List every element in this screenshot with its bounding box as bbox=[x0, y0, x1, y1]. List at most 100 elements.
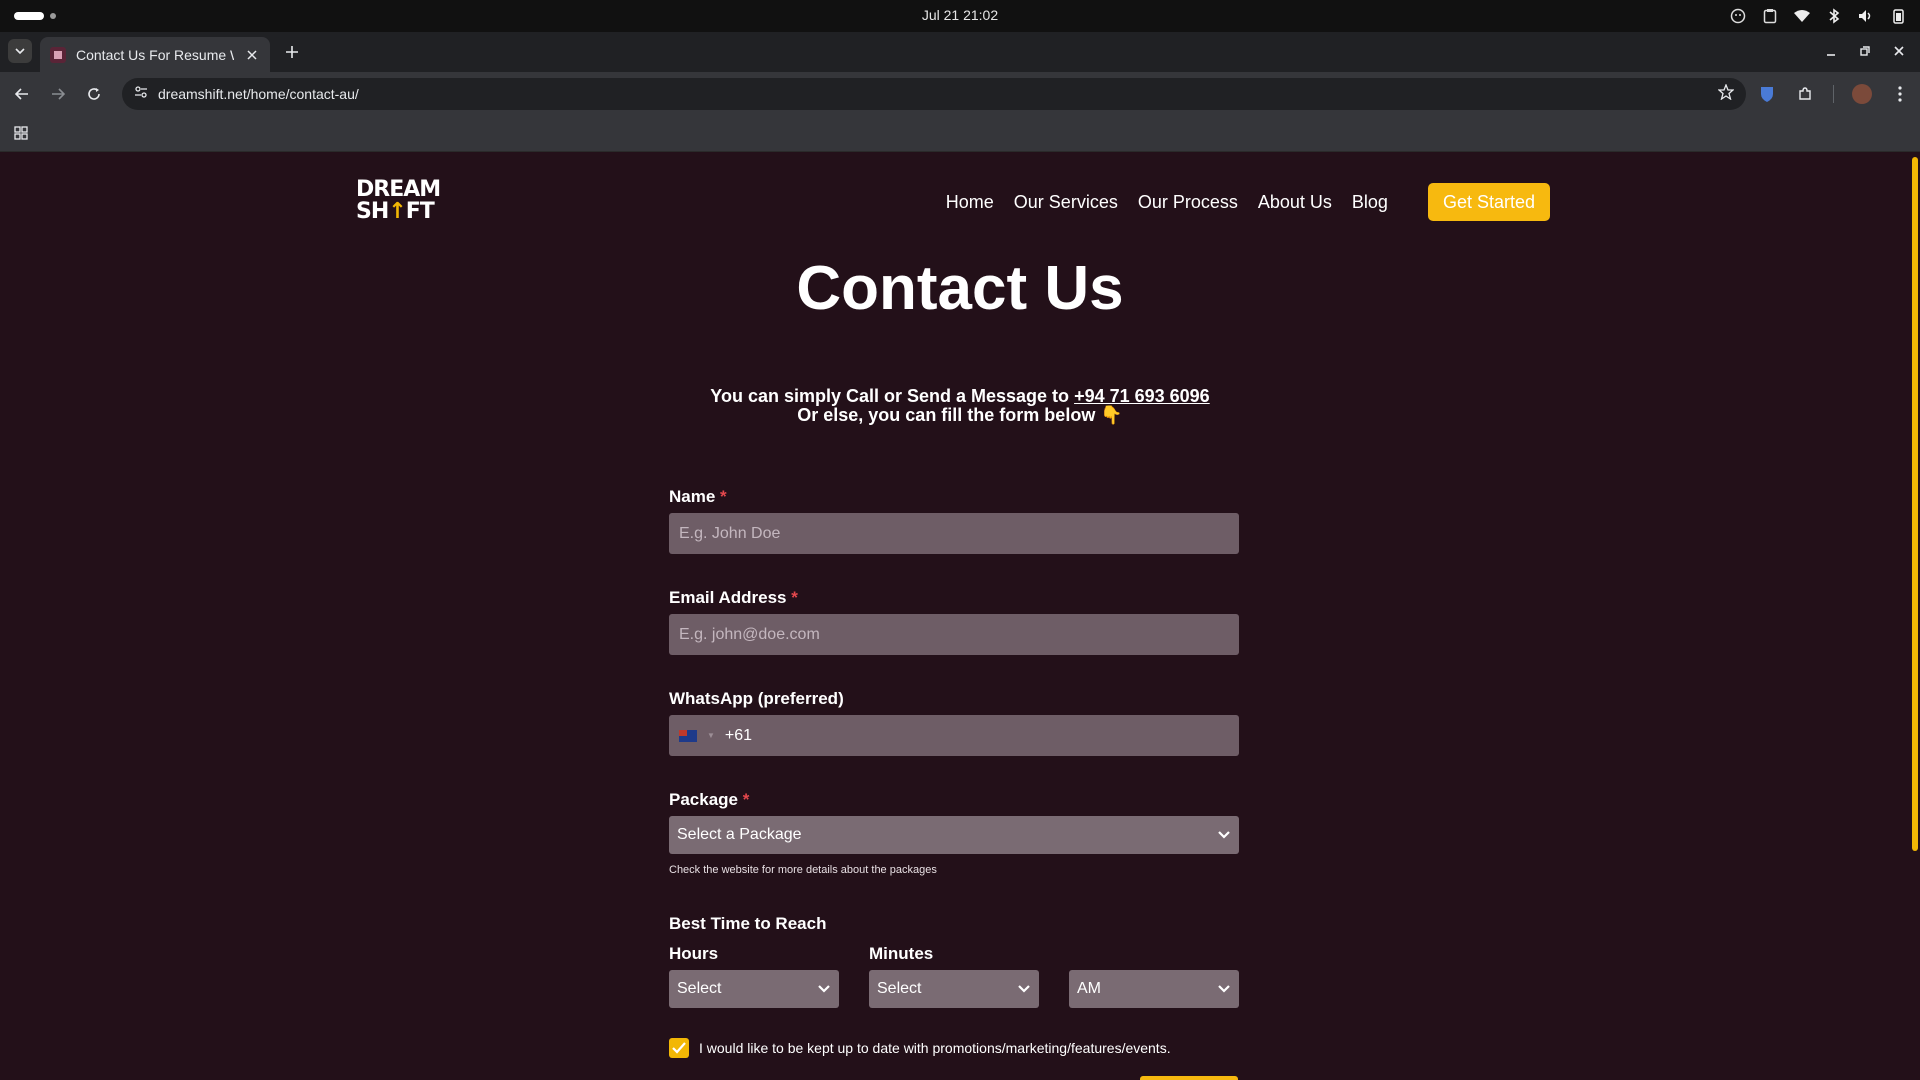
package-group: Package * Select a Package Check the web… bbox=[669, 790, 1239, 876]
hours-label: Hours bbox=[669, 944, 719, 963]
email-field[interactable] bbox=[669, 614, 1239, 655]
package-label-text: Package bbox=[669, 790, 738, 809]
toolbar-extensions bbox=[1757, 84, 1910, 104]
restore-icon[interactable] bbox=[1856, 42, 1874, 60]
intro-prefix: You can simply Call or Send a Message to bbox=[710, 386, 1075, 406]
site-nav: Home Our Services Our Process About Us B… bbox=[946, 183, 1550, 221]
accessibility-icon[interactable] bbox=[1728, 6, 1748, 26]
contact-intro: You can simply Call or Send a Message to… bbox=[0, 387, 1920, 425]
package-selected-value: Select a Package bbox=[677, 826, 802, 843]
site-logo[interactable]: DREAM SH↑FT bbox=[356, 177, 441, 225]
window-controls bbox=[1822, 42, 1908, 60]
nav-about-us[interactable]: About Us bbox=[1258, 192, 1332, 213]
logo-line-2a: SH bbox=[356, 199, 389, 224]
profile-avatar[interactable] bbox=[1852, 84, 1872, 104]
ampm-col: AM bbox=[1069, 944, 1239, 1008]
nav-home[interactable]: Home bbox=[946, 192, 994, 213]
consent-label[interactable]: I would like to be kept up to date with … bbox=[699, 1040, 1171, 1056]
back-arrow-icon[interactable] bbox=[12, 84, 32, 104]
minimize-icon[interactable] bbox=[1822, 42, 1840, 60]
logo-arrow-icon: ↑ bbox=[388, 199, 406, 224]
country-caret-icon[interactable]: ▼ bbox=[707, 731, 715, 740]
logo-line-1: DREAM bbox=[356, 177, 441, 202]
plus-icon bbox=[286, 46, 298, 58]
minutes-label: Minutes bbox=[869, 944, 934, 963]
minutes-selected-value: Select bbox=[877, 980, 922, 997]
chevron-down-icon bbox=[1218, 831, 1230, 839]
contact-form: Name * Email Address * WhatsApp (preferr… bbox=[669, 487, 1239, 1058]
best-time-group: Best Time to Reach Hours Select Minutes … bbox=[669, 914, 1239, 1008]
name-label-text: Name bbox=[669, 487, 716, 506]
forward-arrow-icon[interactable] bbox=[48, 84, 68, 104]
phone-link[interactable]: +94 71 693 6096 bbox=[1074, 386, 1210, 406]
email-label: Email Address * bbox=[669, 588, 1239, 608]
toolbar-divider bbox=[1833, 85, 1834, 103]
browser-tab-strip: Contact Us For Resume W bbox=[0, 32, 1920, 72]
apps-grid-icon[interactable] bbox=[12, 124, 30, 142]
new-tab-button[interactable] bbox=[282, 42, 302, 62]
whatsapp-field[interactable]: ▼ +61 bbox=[669, 715, 1239, 756]
logo-line-2b: FT bbox=[405, 199, 435, 224]
package-hint: Check the website for more details about… bbox=[669, 864, 937, 876]
system-clock[interactable]: Jul 21 21:02 bbox=[0, 7, 1920, 23]
tab-search-button[interactable] bbox=[8, 39, 32, 63]
minutes-col: Minutes Select bbox=[869, 944, 1039, 1008]
active-tab[interactable]: Contact Us For Resume W bbox=[40, 37, 270, 72]
os-top-bar: Jul 21 21:02 bbox=[0, 0, 1920, 32]
nav-our-services[interactable]: Our Services bbox=[1014, 192, 1118, 213]
submit-button[interactable] bbox=[1140, 1076, 1238, 1080]
url-text[interactable]: dreamshift.net/home/contact-au/ bbox=[158, 86, 1708, 102]
name-field[interactable] bbox=[669, 513, 1239, 554]
site-info-icon[interactable] bbox=[134, 85, 148, 104]
bookmark-star-icon[interactable] bbox=[1717, 82, 1735, 105]
time-row: Hours Select Minutes Select AM bbox=[669, 944, 1239, 1008]
consent-row: I would like to be kept up to date with … bbox=[669, 1038, 1239, 1058]
package-label: Package * bbox=[669, 790, 1239, 810]
whatsapp-label: WhatsApp (preferred) bbox=[669, 689, 844, 708]
ampm-select[interactable]: AM bbox=[1069, 970, 1239, 1008]
system-tray bbox=[1728, 6, 1908, 26]
hours-select[interactable]: Select bbox=[669, 970, 839, 1008]
browser-toolbar: dreamshift.net/home/contact-au/ bbox=[0, 72, 1920, 116]
extensions-puzzle-icon[interactable] bbox=[1795, 84, 1815, 104]
australia-flag-icon[interactable] bbox=[679, 729, 697, 742]
battery-icon[interactable] bbox=[1888, 6, 1908, 26]
logo-line-2: SH↑FT bbox=[356, 199, 435, 224]
ampm-selected-value: AM bbox=[1077, 980, 1101, 997]
close-window-icon[interactable] bbox=[1890, 42, 1908, 60]
email-input[interactable] bbox=[679, 625, 1229, 644]
whatsapp-value[interactable]: +61 bbox=[725, 727, 752, 745]
name-label: Name * bbox=[669, 487, 1239, 507]
get-started-button[interactable]: Get Started bbox=[1427, 183, 1550, 221]
page-title: Contact Us bbox=[796, 254, 1124, 323]
name-input[interactable] bbox=[679, 524, 1229, 543]
nav-blog[interactable]: Blog bbox=[1352, 192, 1388, 213]
bookmarks-bar bbox=[0, 116, 1920, 152]
whatsapp-group: WhatsApp (preferred) ▼ +61 bbox=[669, 689, 1239, 756]
consent-checkbox[interactable] bbox=[669, 1038, 689, 1058]
chevron-down-icon bbox=[1218, 985, 1230, 993]
site-favicon-icon bbox=[50, 46, 66, 63]
tab-title: Contact Us For Resume W bbox=[76, 46, 234, 63]
minutes-select[interactable]: Select bbox=[869, 970, 1039, 1008]
bitwarden-shield-icon[interactable] bbox=[1757, 84, 1777, 104]
kebab-menu-icon[interactable] bbox=[1890, 84, 1910, 104]
checkmark-icon bbox=[672, 1042, 686, 1054]
address-bar[interactable]: dreamshift.net/home/contact-au/ bbox=[122, 78, 1746, 110]
required-marker: * bbox=[742, 790, 750, 809]
close-tab-icon[interactable] bbox=[244, 47, 260, 63]
intro-line-1: You can simply Call or Send a Message to… bbox=[0, 387, 1920, 406]
package-select[interactable]: Select a Package bbox=[669, 816, 1239, 854]
best-time-title: Best Time to Reach bbox=[669, 914, 827, 933]
reload-icon[interactable] bbox=[84, 84, 104, 104]
bluetooth-icon[interactable] bbox=[1824, 6, 1844, 26]
nav-our-process[interactable]: Our Process bbox=[1138, 192, 1238, 213]
hours-col: Hours Select bbox=[669, 944, 839, 1008]
wifi-icon[interactable] bbox=[1792, 6, 1812, 26]
volume-icon[interactable] bbox=[1856, 6, 1876, 26]
clipboard-icon[interactable] bbox=[1760, 6, 1780, 26]
chevron-down-icon bbox=[15, 48, 25, 55]
required-marker: * bbox=[791, 588, 798, 607]
email-group: Email Address * bbox=[669, 588, 1239, 655]
name-group: Name * bbox=[669, 487, 1239, 554]
